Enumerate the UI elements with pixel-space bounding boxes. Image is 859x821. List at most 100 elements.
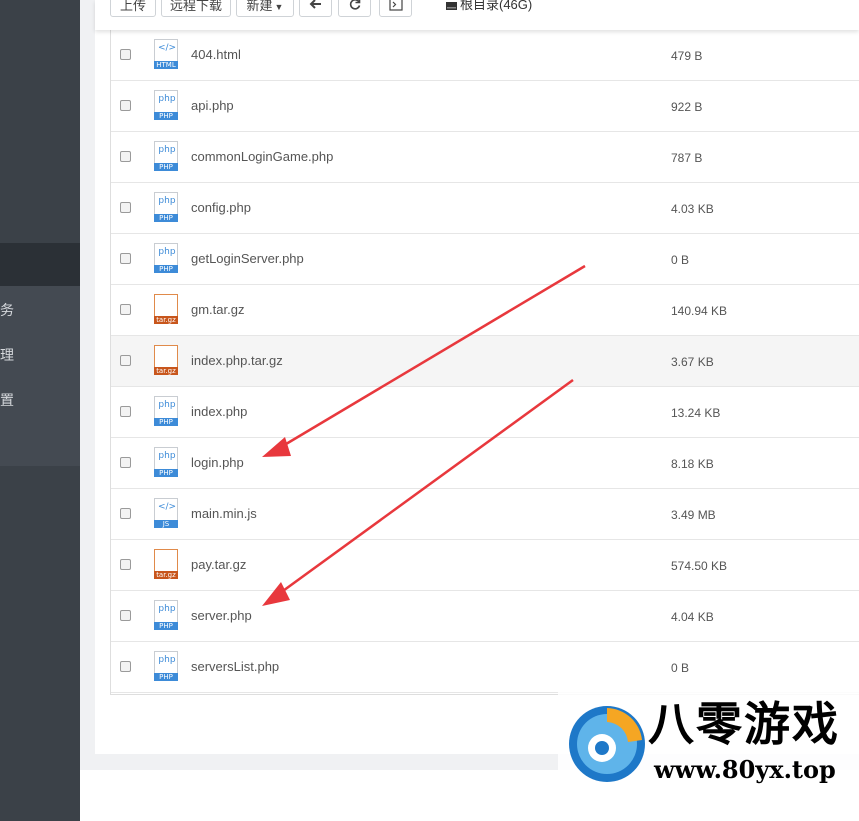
arrow-left-icon bbox=[309, 0, 321, 9]
file-name[interactable]: index.php.tar.gz bbox=[191, 353, 283, 369]
php-file-icon: php PHP bbox=[153, 447, 179, 477]
tgz-file-icon: tar.gz bbox=[153, 549, 179, 579]
file-name[interactable]: main.min.js bbox=[191, 506, 257, 522]
file-checkbox[interactable] bbox=[120, 253, 131, 264]
file-icon-glyph: php bbox=[158, 604, 176, 614]
file-name[interactable]: index.php bbox=[191, 404, 247, 420]
file-icon-glyph: php bbox=[158, 655, 176, 665]
file-icon-glyph: php bbox=[158, 94, 176, 104]
new-label: 新建 bbox=[246, 0, 273, 13]
file-checkbox[interactable] bbox=[120, 457, 131, 468]
file-type-tag: PHP bbox=[154, 622, 178, 630]
sidebar: 务 理 置 bbox=[0, 0, 80, 821]
tgz-file-icon: tar.gz bbox=[153, 294, 179, 324]
file-type-tag: PHP bbox=[154, 163, 178, 171]
file-checkbox[interactable] bbox=[120, 100, 131, 111]
file-checkbox[interactable] bbox=[120, 559, 131, 570]
file-type-tag: PHP bbox=[154, 214, 178, 222]
php-file-icon: php PHP bbox=[153, 141, 179, 171]
refresh-button[interactable] bbox=[338, 0, 371, 17]
watermark-url: www.80yx.top bbox=[654, 755, 836, 784]
remote-download-button[interactable]: 远程下载 bbox=[161, 0, 231, 17]
file-name[interactable]: login.php bbox=[191, 455, 244, 471]
file-checkbox[interactable] bbox=[120, 406, 131, 417]
file-icon-glyph: </> bbox=[157, 502, 177, 512]
php-file-icon: php PHP bbox=[153, 192, 179, 222]
file-row[interactable]: </> JS main.min.js 3.49 MB bbox=[111, 489, 859, 540]
file-row[interactable]: php PHP server.php 4.04 KB bbox=[111, 591, 859, 642]
file-checkbox[interactable] bbox=[120, 508, 131, 519]
file-type-tag: PHP bbox=[154, 418, 178, 426]
file-row[interactable]: </> HTML 404.html 479 B bbox=[111, 30, 859, 81]
file-name[interactable]: 404.html bbox=[191, 47, 241, 63]
upload-button[interactable]: 上传 bbox=[110, 0, 156, 17]
file-checkbox[interactable] bbox=[120, 202, 131, 213]
sidebar-active-item[interactable] bbox=[0, 243, 80, 286]
file-row[interactable]: tar.gz index.php.tar.gz 3.67 KB bbox=[111, 336, 859, 387]
file-name[interactable]: pay.tar.gz bbox=[191, 557, 246, 573]
sidebar-item-manage[interactable]: 理 bbox=[0, 347, 14, 363]
php-file-icon: php PHP bbox=[153, 651, 179, 681]
disk-icon bbox=[446, 1, 457, 10]
sidebar-item-settings[interactable]: 置 bbox=[0, 392, 14, 408]
php-file-icon: php PHP bbox=[153, 600, 179, 630]
disk-path-breadcrumb[interactable]: 根目录(46G) bbox=[445, 0, 532, 17]
file-checkbox[interactable] bbox=[120, 355, 131, 366]
file-row[interactable]: php PHP config.php 4.03 KB bbox=[111, 183, 859, 234]
file-type-tag: tar.gz bbox=[154, 367, 178, 375]
file-row[interactable]: php PHP login.php 8.18 KB bbox=[111, 438, 859, 489]
file-size: 479 B bbox=[671, 49, 703, 63]
file-type-tag: JS bbox=[154, 520, 178, 528]
terminal-button[interactable] bbox=[379, 0, 412, 17]
file-checkbox[interactable] bbox=[120, 151, 131, 162]
file-size: 4.03 KB bbox=[671, 202, 714, 216]
file-name[interactable]: api.php bbox=[191, 98, 234, 114]
file-row[interactable]: tar.gz gm.tar.gz 140.94 KB bbox=[111, 285, 859, 336]
file-name[interactable]: getLoginServer.php bbox=[191, 251, 304, 267]
sidebar-item-tasks[interactable]: 务 bbox=[0, 302, 14, 318]
file-row[interactable]: php PHP serversList.php 0 B bbox=[111, 642, 859, 693]
file-icon-glyph: php bbox=[158, 247, 176, 257]
file-checkbox[interactable] bbox=[120, 49, 131, 60]
file-type-tag: PHP bbox=[154, 673, 178, 681]
file-size: 3.49 MB bbox=[671, 508, 716, 522]
file-checkbox[interactable] bbox=[120, 304, 131, 315]
file-icon-glyph: php bbox=[158, 196, 176, 206]
caret-down-icon: ▼ bbox=[274, 2, 284, 12]
sidebar-submenu: 务 理 置 bbox=[0, 286, 80, 466]
file-name[interactable]: server.php bbox=[191, 608, 252, 624]
file-type-tag: PHP bbox=[154, 469, 178, 477]
php-file-icon: php PHP bbox=[153, 396, 179, 426]
php-file-icon: php PHP bbox=[153, 90, 179, 120]
file-name[interactable]: config.php bbox=[191, 200, 251, 216]
file-size: 787 B bbox=[671, 151, 703, 165]
back-button[interactable] bbox=[299, 0, 332, 17]
file-row[interactable]: tar.gz pay.tar.gz 574.50 KB bbox=[111, 540, 859, 591]
file-size: 4.04 KB bbox=[671, 610, 714, 624]
file-list: </> HTML 404.html 479 Bphp PHP api.php 922 Bph… bbox=[110, 30, 859, 695]
file-checkbox[interactable] bbox=[120, 610, 131, 621]
file-type-tag: PHP bbox=[154, 112, 178, 120]
file-icon-glyph: php bbox=[158, 145, 176, 155]
js-file-icon: </> JS bbox=[153, 498, 179, 528]
file-size: 13.24 KB bbox=[671, 406, 721, 420]
file-name[interactable]: gm.tar.gz bbox=[191, 302, 244, 318]
file-icon-glyph: </> bbox=[157, 43, 177, 53]
file-row[interactable]: php PHP api.php 922 B bbox=[111, 81, 859, 132]
file-type-tag: tar.gz bbox=[154, 571, 178, 579]
file-checkbox[interactable] bbox=[120, 661, 131, 672]
file-name[interactable]: commonLoginGame.php bbox=[191, 149, 333, 165]
file-size: 0 B bbox=[671, 661, 690, 675]
file-name[interactable]: serversList.php bbox=[191, 659, 279, 675]
file-row[interactable]: php PHP getLoginServer.php 0 B bbox=[111, 234, 859, 285]
file-row[interactable]: php PHP index.php 13.24 KB bbox=[111, 387, 859, 438]
refresh-icon bbox=[349, 0, 360, 10]
file-size: 574.50 KB bbox=[671, 559, 728, 573]
file-size: 3.67 KB bbox=[671, 355, 714, 369]
file-row[interactable]: php PHP commonLoginGame.php 787 B bbox=[111, 132, 859, 183]
file-size: 922 B bbox=[671, 100, 703, 114]
file-icon-glyph: php bbox=[158, 400, 176, 410]
new-dropdown-button[interactable]: 新建 ▼ bbox=[236, 0, 294, 17]
file-size: 0 B bbox=[671, 253, 690, 267]
disk-label: 根目录(46G) bbox=[460, 0, 533, 12]
